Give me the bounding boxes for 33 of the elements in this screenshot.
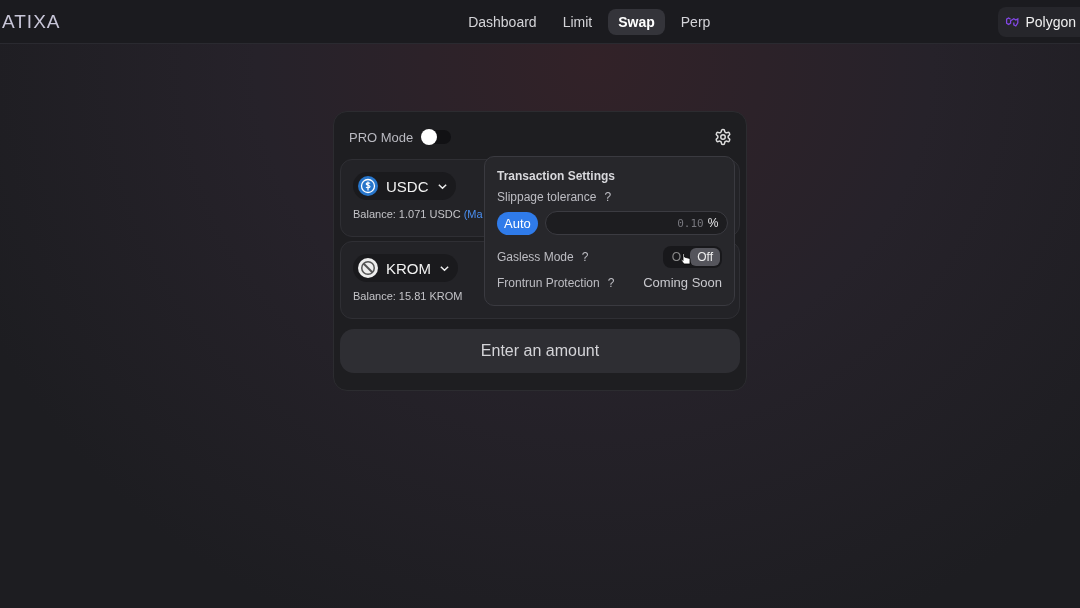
settings-title: Transaction Settings: [497, 169, 617, 183]
auto-button[interactable]: Auto: [497, 211, 538, 235]
settings-icon[interactable]: [714, 128, 732, 146]
max-link[interactable]: (Ma: [463, 208, 483, 220]
nav-tab[interactable]: Swap: [608, 8, 665, 35]
network-button[interactable]: Polygon: [998, 6, 1080, 37]
token-select-button[interactable]: KROM: [353, 254, 458, 282]
chain-link-icon: [1005, 14, 1020, 29]
slippage-input[interactable]: 0.10: [554, 215, 706, 231]
help-mark[interactable]: ?: [604, 190, 612, 204]
frontrun-label: Frontrun Protection: [497, 275, 600, 290]
help-mark[interactable]: ?: [607, 275, 615, 290]
gasless-toggle[interactable]: O Off: [662, 246, 722, 268]
help-mark[interactable]: ?: [581, 250, 589, 264]
coming-soon-text: Coming Soon: [643, 275, 722, 290]
percent-unit: %: [707, 216, 719, 230]
pro-mode-label: PRO Mode: [349, 129, 414, 145]
nav-tab[interactable]: Dashboard: [458, 8, 547, 35]
slippage-field[interactable]: 0.10 %: [544, 211, 729, 235]
logo[interactable]: ATIXA: [2, 10, 61, 33]
pro-mode-switch[interactable]: [421, 130, 452, 144]
hand-cursor-icon: [679, 252, 691, 265]
token-select-button[interactable]: USDC: [353, 172, 456, 200]
nav-tab[interactable]: Limit: [552, 8, 603, 35]
slippage-label: Slippage tolerance: [497, 190, 597, 204]
toggle-option[interactable]: Off: [690, 248, 720, 266]
nav-tab[interactable]: Perp: [670, 8, 721, 35]
balance-text: Balance: 15.81 KROM: [353, 290, 464, 302]
gasless-label: Gasless Mode: [497, 250, 574, 264]
enter-amount-button[interactable]: Enter an amount: [340, 329, 740, 373]
prohibited-circle-icon: [358, 258, 378, 278]
balance-text: Balance: 1.071 USDC: [353, 208, 461, 220]
dollar-coin-icon: [358, 176, 378, 196]
